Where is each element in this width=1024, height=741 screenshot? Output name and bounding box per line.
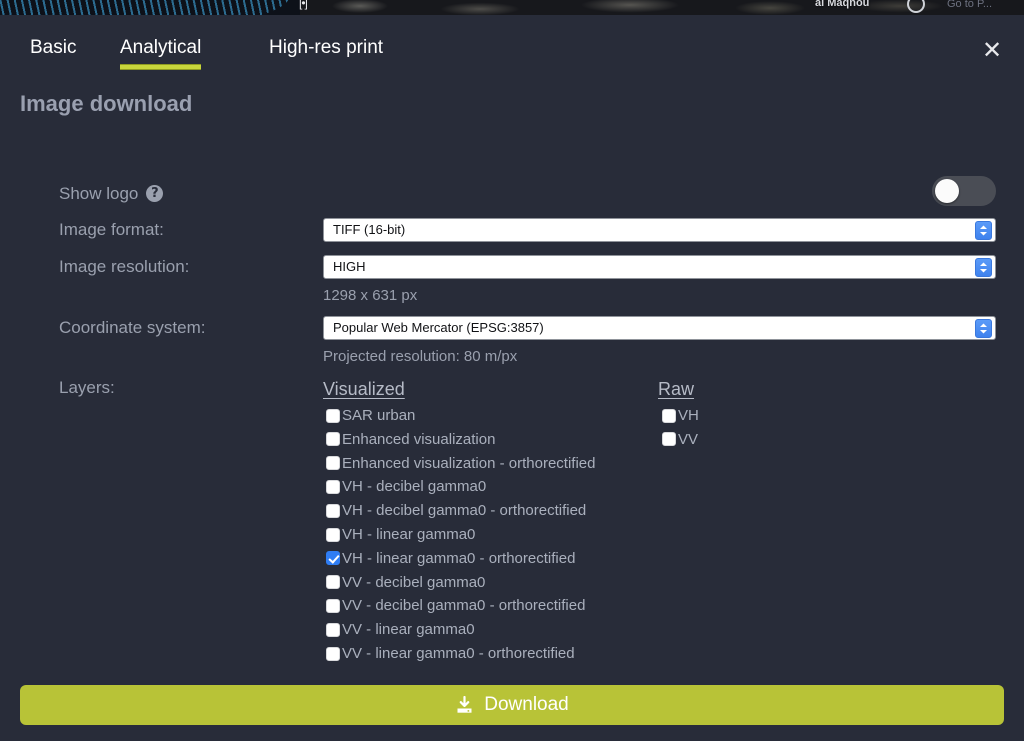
coordinate-system-note: Projected resolution: 80 m/px	[323, 348, 518, 365]
layer-visualized-label: VH - linear gamma0 - orthorectified	[342, 549, 576, 567]
image-download-dialog: Basic Analytical High-res print ✕ Image …	[0, 15, 1024, 741]
layer-visualized-row[interactable]: Enhanced visualization	[326, 431, 495, 448]
layer-raw-label: VV	[678, 430, 699, 448]
layer-visualized-row[interactable]: VV - linear gamma0 - orthorectified	[326, 645, 575, 662]
layer-raw-label: VH	[678, 407, 699, 424]
help-circle-icon[interactable]: ?	[146, 185, 164, 202]
layer-visualized-label: VV - decibel gamma0 - orthorectified	[342, 597, 586, 615]
checkbox-unchecked[interactable]	[326, 479, 340, 494]
download-button-label: Download	[484, 694, 569, 715]
toggle-knob	[935, 179, 959, 203]
download-button[interactable]: Download	[20, 685, 1004, 725]
checkbox-unchecked[interactable]	[326, 503, 340, 518]
show-logo-text: Show logo	[59, 184, 139, 203]
show-logo-toggle[interactable]	[932, 176, 996, 206]
chevron-updown-icon[interactable]	[975, 319, 992, 338]
map-swirl-graphic	[0, 0, 290, 15]
tab-analytical[interactable]: Analytical	[120, 37, 202, 70]
checkbox-unchecked[interactable]	[326, 456, 340, 471]
layer-visualized-label: Enhanced visualization	[342, 430, 496, 448]
map-place-label: al Maqnou	[815, 0, 870, 9]
download-icon	[455, 695, 474, 715]
checkbox-checked[interactable]	[326, 551, 340, 566]
layer-visualized-row[interactable]: VV - decibel gamma0	[326, 574, 485, 591]
image-resolution-value: HIGH	[333, 259, 366, 274]
checkbox-unchecked[interactable]	[326, 622, 340, 637]
checkbox-unchecked[interactable]	[662, 432, 676, 447]
layer-visualized-label: Enhanced visualization - orthorectified	[342, 454, 596, 472]
checkbox-unchecked[interactable]	[326, 432, 340, 447]
tab-high-res-print[interactable]: High-res print	[269, 37, 383, 70]
show-logo-label: Show logo?	[59, 184, 164, 204]
checkbox-unchecked[interactable]	[326, 527, 340, 542]
layer-visualized-label: VV - linear gamma0	[342, 621, 475, 639]
background-map-strip: [•] al Maqnou Go to P...	[0, 0, 1024, 15]
layer-raw-row[interactable]: VH	[662, 407, 699, 424]
layer-visualized-row[interactable]: VV - decibel gamma0 - orthorectified	[326, 597, 585, 614]
image-resolution-select[interactable]: HIGH	[323, 255, 996, 279]
layer-visualized-label: VH - linear gamma0	[342, 526, 476, 543]
close-icon[interactable]: ✕	[978, 37, 1006, 65]
tab-basic[interactable]: Basic	[30, 37, 76, 70]
layer-visualized-row[interactable]: SAR urban	[326, 407, 415, 424]
layers-column-raw-title: Raw	[658, 379, 695, 399]
layer-visualized-label: VV - decibel gamma0	[342, 573, 486, 591]
layer-visualized-label: VV - linear gamma0 - orthorectified	[342, 645, 575, 662]
layer-visualized-row[interactable]: VH - linear gamma0	[326, 526, 475, 543]
image-resolution-note: 1298 x 631 px	[323, 287, 418, 304]
checkbox-unchecked[interactable]	[326, 598, 340, 613]
map-poi-marker: [•]	[299, 0, 308, 10]
layer-visualized-row[interactable]: VH - linear gamma0 - orthorectified	[326, 550, 575, 567]
layer-visualized-row[interactable]: VH - decibel gamma0 - orthorectified	[326, 502, 586, 519]
checkbox-unchecked[interactable]	[662, 408, 676, 423]
image-format-select[interactable]: TIFF (16-bit)	[323, 218, 996, 242]
dialog-tabbar: Basic Analytical High-res print ✕	[0, 15, 1024, 83]
chevron-updown-icon[interactable]	[975, 221, 992, 240]
image-format-value: TIFF (16-bit)	[333, 222, 406, 237]
layer-visualized-row[interactable]: VV - linear gamma0	[326, 621, 475, 638]
checkbox-unchecked[interactable]	[326, 646, 340, 661]
coordinate-system-label: Coordinate system:	[59, 318, 206, 337]
layers-column-visualized-title: Visualized	[323, 379, 405, 399]
coordinate-system-select[interactable]: Popular Web Mercator (EPSG:3857)	[323, 316, 996, 340]
image-format-label: Image format:	[59, 220, 164, 239]
layers-label: Layers:	[59, 378, 115, 397]
checkbox-unchecked[interactable]	[326, 575, 340, 590]
layer-visualized-row[interactable]: Enhanced visualization - orthorectified	[326, 455, 595, 472]
image-resolution-label: Image resolution:	[59, 257, 190, 276]
layer-visualized-label: SAR urban	[342, 407, 416, 424]
chevron-updown-icon[interactable]	[975, 258, 992, 277]
checkbox-unchecked[interactable]	[326, 408, 340, 423]
page-title: Image download	[20, 91, 193, 116]
layer-raw-row[interactable]: VV	[662, 431, 698, 448]
map-goto-label: Go to P...	[947, 0, 993, 10]
layer-visualized-label: VH - decibel gamma0	[342, 478, 487, 496]
layer-visualized-label: VH - decibel gamma0 - orthorectified	[342, 502, 587, 520]
layer-visualized-row[interactable]: VH - decibel gamma0	[326, 478, 486, 495]
coordinate-system-value: Popular Web Mercator (EPSG:3857)	[333, 320, 544, 335]
